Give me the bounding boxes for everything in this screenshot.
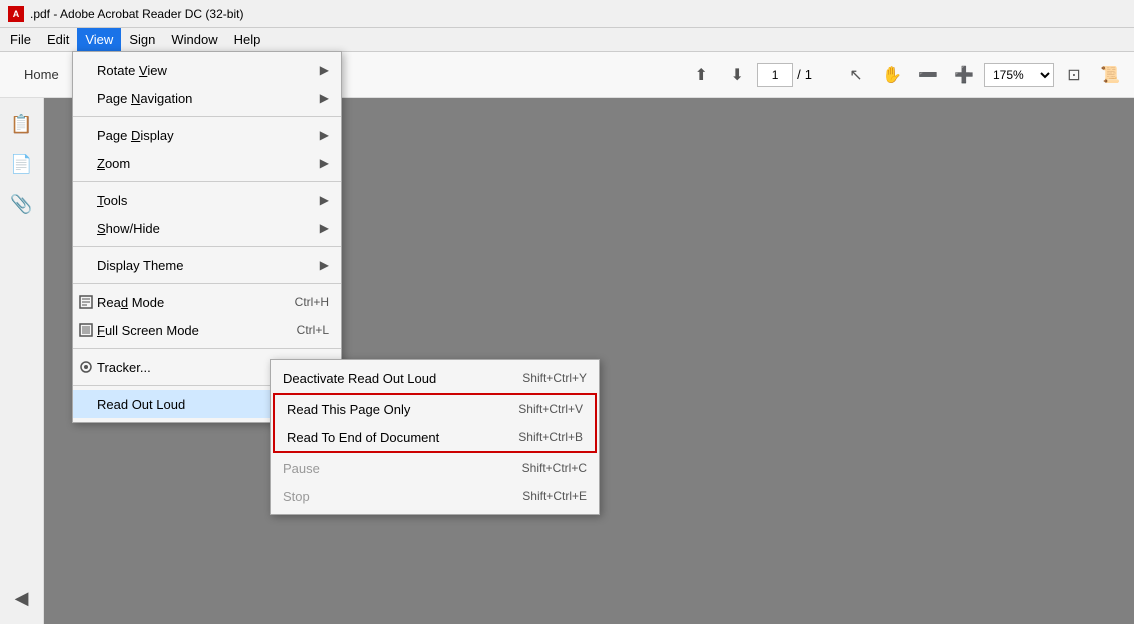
page-separator: / — [797, 67, 801, 82]
menu-edit[interactable]: Edit — [39, 28, 77, 52]
cursor-tool-button[interactable]: ↖ — [840, 59, 872, 91]
menu-view[interactable]: View — [77, 28, 121, 52]
app-icon: A — [8, 6, 24, 22]
page-total: 1 — [805, 67, 812, 82]
home-button[interactable]: Home — [8, 52, 76, 98]
sidebar-collapse: ◀ — [0, 572, 43, 624]
scroll-mode-button[interactable]: 📜 — [1094, 59, 1126, 91]
next-page-button[interactable]: ⬇ — [721, 59, 753, 91]
main-content — [44, 98, 1134, 624]
collapse-sidebar-button[interactable]: ◀ — [4, 580, 40, 616]
page-number-input[interactable] — [757, 63, 793, 87]
menu-help[interactable]: Help — [226, 28, 269, 52]
zoom-out-button[interactable]: ➖ — [912, 59, 944, 91]
attachments-icon[interactable]: 📎 — [4, 186, 40, 222]
menu-sign[interactable]: Sign — [121, 28, 163, 52]
nav-controls: ⬆ ⬇ / 1 ↖ ✋ ➖ ➕ 175% 100% 125% 150% 200%… — [685, 59, 1126, 91]
zoom-in-button[interactable]: ➕ — [948, 59, 980, 91]
window-title: .pdf - Adobe Acrobat Reader DC (32-bit) — [30, 7, 1126, 21]
print-button[interactable]: 🖨 — [124, 59, 156, 91]
sidebar: 📋 📄 📎 ◀ — [0, 98, 44, 624]
toolbar-separator-1 — [164, 61, 165, 89]
hand-tool-button[interactable]: ✋ — [876, 59, 908, 91]
toolbar: Home 💾 🖨 ⬆ ⬇ / 1 ↖ ✋ ➖ ➕ 175% 100% 125% … — [0, 52, 1134, 98]
pages-icon[interactable]: 📄 — [4, 146, 40, 182]
menu-window[interactable]: Window — [163, 28, 225, 52]
fit-page-button[interactable]: ⊡ — [1058, 59, 1090, 91]
menu-bar: File Edit View Sign Window Help — [0, 28, 1134, 52]
zoom-select[interactable]: 175% 100% 125% 150% 200% — [984, 63, 1054, 87]
save-button[interactable]: 💾 — [88, 59, 120, 91]
title-bar: A .pdf - Adobe Acrobat Reader DC (32-bit… — [0, 0, 1134, 28]
prev-page-button[interactable]: ⬆ — [685, 59, 717, 91]
bookmarks-icon[interactable]: 📋 — [4, 106, 40, 142]
menu-file[interactable]: File — [2, 28, 39, 52]
